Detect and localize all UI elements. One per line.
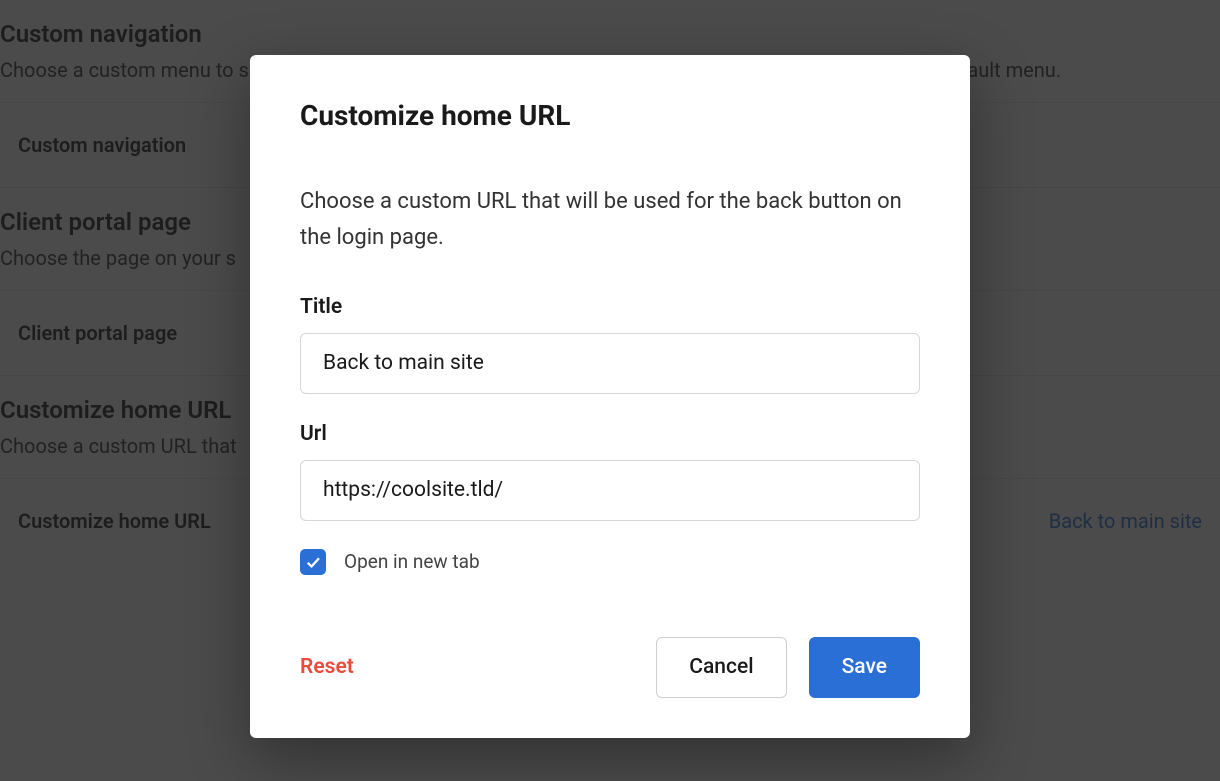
open-new-tab-row: Open in new tab — [300, 549, 920, 575]
save-button[interactable]: Save — [809, 637, 920, 698]
url-input[interactable] — [300, 460, 920, 521]
dialog-title: Customize home URL — [300, 99, 920, 132]
modal-overlay[interactable]: Customize home URL Choose a custom URL t… — [0, 0, 1220, 781]
dialog-description: Choose a custom URL that will be used fo… — [300, 184, 920, 257]
open-new-tab-checkbox[interactable] — [300, 549, 326, 575]
dialog-footer: Reset Cancel Save — [300, 637, 920, 698]
check-icon — [304, 553, 322, 571]
customize-home-url-dialog: Customize home URL Choose a custom URL t… — [250, 55, 970, 738]
url-form-group: Url — [300, 422, 920, 521]
url-label: Url — [300, 422, 920, 446]
dialog-right-actions: Cancel Save — [656, 637, 920, 698]
title-input[interactable] — [300, 333, 920, 394]
title-label: Title — [300, 295, 920, 319]
reset-button[interactable]: Reset — [300, 655, 354, 679]
open-new-tab-label: Open in new tab — [344, 550, 480, 573]
title-form-group: Title — [300, 295, 920, 394]
cancel-button[interactable]: Cancel — [656, 637, 786, 698]
